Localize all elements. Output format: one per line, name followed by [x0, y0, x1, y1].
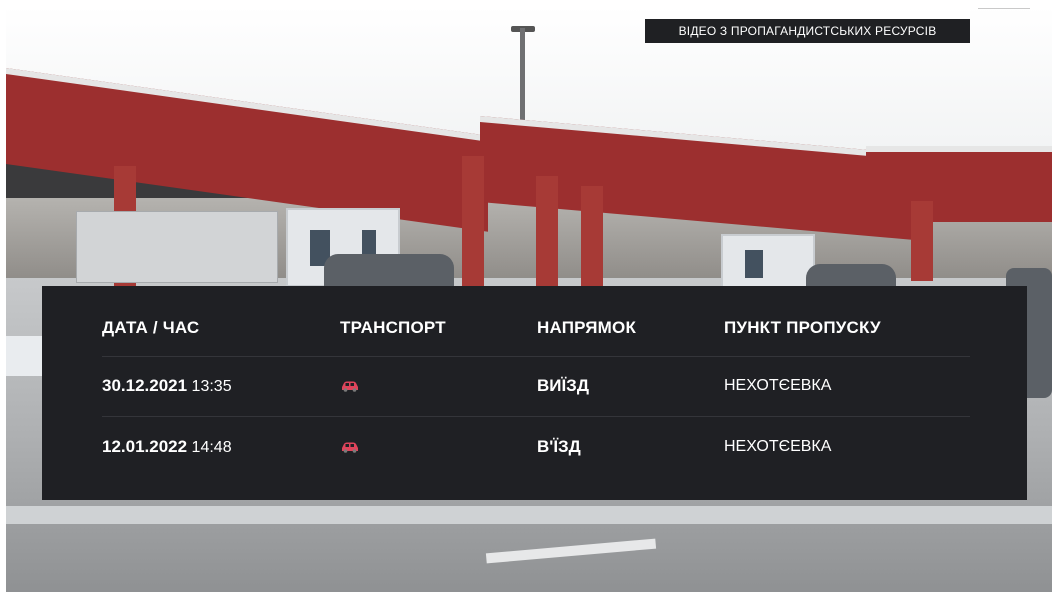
date-value: 30.12.2021	[102, 376, 188, 395]
header-date-time: ДАТА / ЧАС	[102, 318, 200, 337]
crossings-table: ДАТА / ЧАС ТРАНСПОРТ НАПРЯМОК ПУНКТ ПРОП…	[42, 286, 1027, 500]
date-time-cell: 30.12.2021 13:35	[102, 376, 232, 396]
table-header-row: ДАТА / ЧАС ТРАНСПОРТ НАПРЯМОК ПУНКТ ПРОП…	[102, 308, 970, 348]
checkpoint-value: НЕХОТЄЕВКА	[724, 377, 832, 394]
time-value: 13:35	[191, 378, 232, 395]
direction-value: ВИЇЗД	[537, 376, 589, 395]
date-value: 12.01.2022	[102, 437, 188, 456]
truck-trailer	[76, 211, 278, 283]
snow-strip	[6, 506, 1052, 524]
light-mast	[520, 28, 525, 128]
roof-pillar	[581, 186, 603, 286]
car-icon	[340, 380, 360, 392]
direction-value: В'ЇЗД	[537, 437, 581, 456]
guard-booth	[721, 234, 815, 293]
roof-pillar	[911, 201, 933, 281]
roof-pillar	[462, 156, 484, 286]
checkpoint-value: НЕХОТЄЕВКА	[724, 438, 832, 455]
date-time-cell: 12.01.2022 14:48	[102, 437, 232, 457]
top-divider	[978, 8, 1030, 9]
propaganda-source-badge: ВІДЕО З ПРОПАГАНДИСТСЬКИХ РЕСУРСІВ	[645, 19, 970, 43]
header-direction: НАПРЯМОК	[537, 318, 637, 337]
table-row: 12.01.2022 14:48 В'ЇЗД НЕХОТЄЕВКА	[102, 416, 970, 477]
checkpoint-roof-right	[866, 146, 1052, 222]
header-transport: ТРАНСПОРТ	[340, 318, 446, 337]
time-value: 14:48	[191, 439, 232, 456]
table-row: 30.12.2021 13:35 ВИЇЗД НЕХОТЄЕВКА	[102, 356, 970, 415]
roof-pillar	[536, 176, 558, 286]
header-checkpoint: ПУНКТ ПРОПУСКУ	[724, 318, 881, 337]
car-icon	[340, 441, 360, 453]
